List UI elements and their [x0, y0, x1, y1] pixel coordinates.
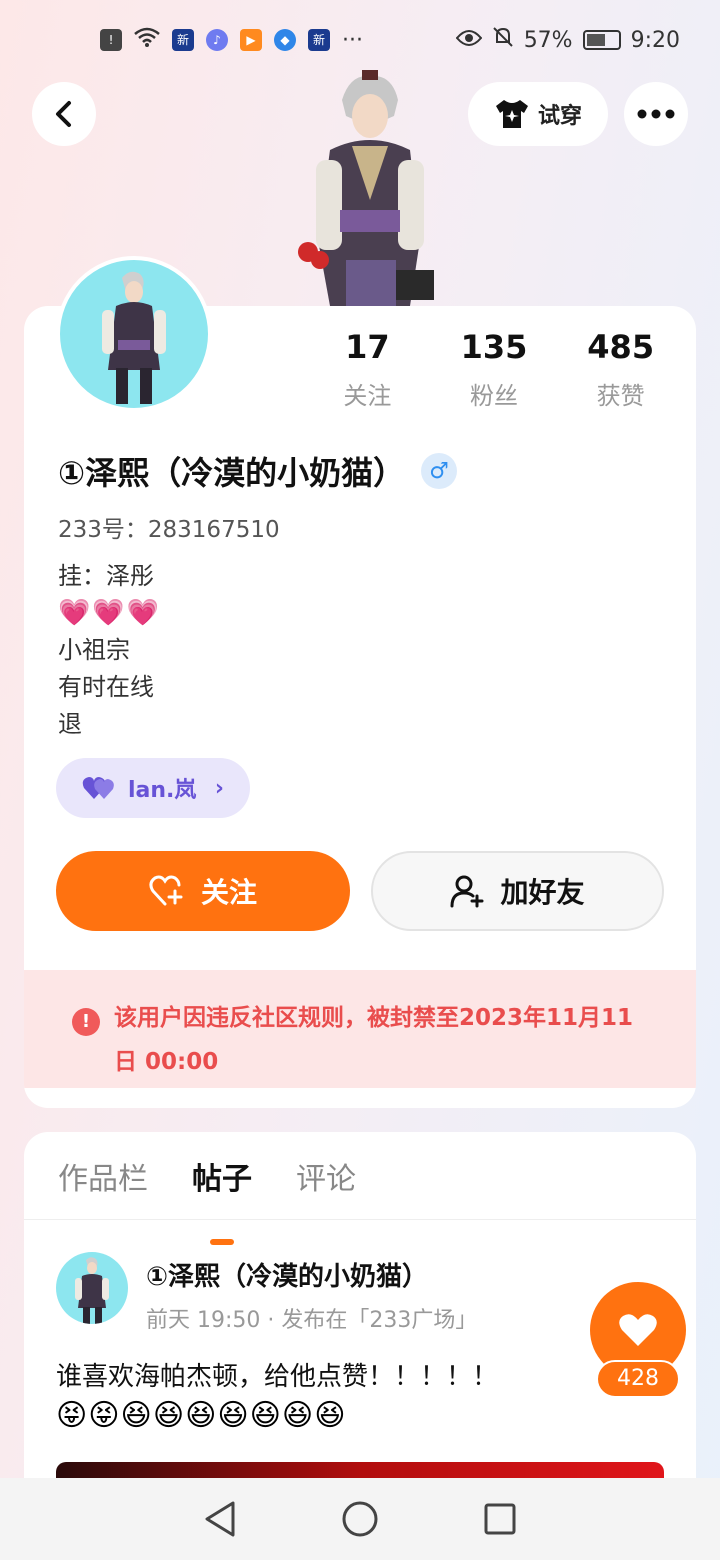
avatar[interactable] [56, 256, 212, 412]
post-text: 谁喜欢海帕杰顿，给他点赞！！！！！ [56, 1362, 499, 1392]
post-author[interactable]: ①泽熙（冷漠的小奶猫） [146, 1256, 428, 1293]
ban-notice-text: 该用户因违反社区规则，被封禁至2023年11月11日 00:00 [114, 1005, 634, 1075]
follow-label: 关注 [200, 876, 257, 909]
alert-icon: ! [100, 29, 122, 51]
battery-icon [582, 30, 621, 50]
post-avatar[interactable] [56, 1252, 128, 1324]
profile-card: 17 关注 135 粉丝 485 获赞 ①泽熙（冷漠的小奶猫） ♂ 233号：2… [24, 306, 696, 1108]
system-nav-bar [0, 1478, 720, 1560]
tab-posts[interactable]: 帖子 [192, 1154, 252, 1245]
stat-label: 获赞 [596, 382, 645, 410]
stat-label: 粉丝 [470, 382, 518, 410]
play-icon: ▶ [240, 29, 262, 51]
stat-value: 485 [587, 328, 655, 366]
status-icons-right: 57% 9:20 [455, 26, 680, 54]
app-icon-2: 新 [308, 29, 330, 51]
heart-icon [619, 1314, 657, 1346]
status-bar: ! 新 ♪ ▶ ◆ 新 ··· 57% 9:20 [0, 0, 720, 80]
stat-value: 17 [345, 328, 390, 366]
relationship-tag[interactable]: lan.岚 › [56, 758, 250, 818]
bio-line: 小祖宗 [58, 636, 130, 664]
app-icon: 新 [172, 29, 194, 51]
bio-line: 有时在线 [58, 673, 154, 701]
wifi-icon [134, 27, 160, 53]
music-icon: ♪ [206, 29, 228, 51]
profile-nickname: ①泽熙（冷漠的小奶猫） [58, 454, 406, 492]
bio-hearts: 💗 💗 💗 [58, 595, 159, 632]
browser-icon: ◆ [274, 29, 296, 51]
pink-heart-icon: 💗 [58, 598, 91, 628]
back-button[interactable] [32, 82, 96, 146]
male-icon: ♂ [421, 453, 458, 489]
add-friend-label: 加好友 [500, 876, 585, 909]
pink-heart-icon: 💗 [92, 598, 125, 628]
try-on-button[interactable]: 试穿 [468, 82, 608, 146]
post-meta: 前天 19:50 · 发布在「233广场」 [146, 1308, 478, 1333]
nav-back-icon[interactable] [203, 1500, 237, 1538]
bio-line: 挂：泽彤 [58, 562, 154, 590]
stat-label: 关注 [343, 382, 392, 410]
eye-icon [455, 28, 483, 53]
chevron-left-icon [56, 101, 71, 127]
tshirt-icon [495, 100, 528, 128]
battery-percent: 57% [523, 27, 573, 53]
double-heart-icon [82, 777, 114, 799]
pink-heart-icon: 💗 [126, 598, 160, 628]
more-notifications: ··· [342, 27, 363, 53]
profile-name-row: ①泽熙（冷漠的小奶猫） ♂ [58, 448, 458, 494]
follow-button[interactable]: 关注 [56, 851, 350, 931]
ban-notice: ! 该用户因违反社区规则，被封禁至2023年11月11日 00:00 [24, 970, 696, 1088]
character-artwork [290, 70, 450, 306]
more-button[interactable] [624, 82, 688, 146]
chevron-right-icon: › [214, 775, 224, 801]
tab-comments[interactable]: 评论 [296, 1154, 356, 1219]
warning-icon: ! [72, 1008, 100, 1036]
profile-tabs: 作品栏 帖子 评论 [24, 1132, 696, 1245]
post-emojis: 😝😝😆😆😆😆😆😆😆 [56, 1398, 347, 1433]
try-on-label: 试穿 [537, 104, 582, 129]
stat-following[interactable]: 17 关注 [304, 328, 431, 411]
stats-row: 17 关注 135 粉丝 485 获赞 [304, 328, 684, 411]
stat-likes[interactable]: 485 获赞 [557, 328, 684, 411]
user-id: 233号：283167510 [58, 517, 280, 543]
nav-recents-icon[interactable] [483, 1502, 517, 1536]
tag-label: lan.岚 [128, 778, 197, 803]
clock: 9:20 [630, 27, 680, 53]
bio-line: 退 [58, 710, 82, 738]
more-dots-icon [637, 109, 675, 119]
profile-bio: 挂：泽彤 💗 💗 💗 小祖宗 有时在线 退 [58, 558, 159, 743]
add-user-icon [450, 875, 484, 908]
mute-bell-icon [492, 26, 514, 54]
like-count: 428 [596, 1360, 680, 1398]
stat-followers[interactable]: 135 粉丝 [431, 328, 558, 411]
nav-home-icon[interactable] [341, 1500, 379, 1538]
heart-plus-icon [149, 875, 183, 906]
stat-value: 135 [460, 328, 528, 366]
status-icons-left: ! 新 ♪ ▶ ◆ 新 ··· [100, 27, 363, 53]
add-friend-button[interactable]: 加好友 [371, 851, 664, 931]
tab-works[interactable]: 作品栏 [58, 1154, 148, 1219]
